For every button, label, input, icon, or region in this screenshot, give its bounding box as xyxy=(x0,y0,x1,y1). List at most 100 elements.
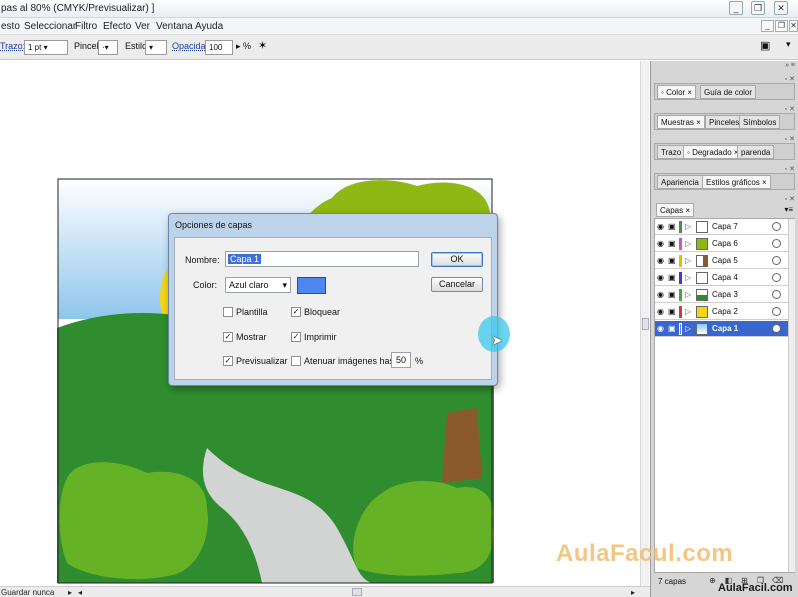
layer-row[interactable]: ◉ ▣ ▷ Capa 2 xyxy=(655,304,788,320)
menu-window[interactable]: Ventana xyxy=(156,21,193,32)
color-label: Color: xyxy=(193,280,218,290)
lock-label: Bloquear xyxy=(304,307,341,317)
color-swatch[interactable] xyxy=(297,277,326,294)
tab-graphic-styles[interactable]: Estilos gráficos × xyxy=(702,175,771,189)
layer-target-icon[interactable] xyxy=(772,307,781,316)
tab-color[interactable]: ◦ Color × xyxy=(657,85,697,99)
tab-transparency[interactable]: parenda xyxy=(737,145,775,159)
menu-view[interactable]: Ver xyxy=(135,21,150,32)
layer-color-bar xyxy=(679,306,682,318)
visibility-eye-icon[interactable]: ◉ xyxy=(657,291,664,299)
layer-row-selected[interactable]: ◉ ▣ ▷ Capa 1 xyxy=(655,321,788,337)
restore-button[interactable]: ❐ xyxy=(751,1,765,15)
dim-images-field[interactable]: 50 xyxy=(391,352,411,368)
layer-row[interactable]: ◉ ▣ ▷ Capa 4 xyxy=(655,270,788,286)
vertical-scroll-thumb[interactable] xyxy=(642,318,649,330)
layer-target-icon[interactable] xyxy=(772,290,781,299)
ok-button[interactable]: OK xyxy=(431,252,483,267)
scroll-right-icon[interactable]: ▸ xyxy=(631,588,635,597)
tab-appearance[interactable]: Apariencia xyxy=(657,175,703,189)
dock-collapse-icon[interactable]: » ≡ xyxy=(654,62,795,70)
expand-triangle-icon[interactable]: ▷ xyxy=(685,324,691,333)
tab-brushes[interactable]: Pinceles xyxy=(705,115,744,129)
menu-bar: esto Seleccionar Filtro Efecto Ver Venta… xyxy=(0,18,798,35)
show-checkbox[interactable]: ✓ xyxy=(223,332,233,342)
expand-triangle-icon[interactable]: ▷ xyxy=(685,222,691,231)
layer-target-icon[interactable] xyxy=(772,239,781,248)
locate-object-icon[interactable]: ⊕ xyxy=(708,577,717,586)
layer-target-icon[interactable] xyxy=(772,222,781,231)
opacity-arrow-icon[interactable]: ▸ xyxy=(236,41,241,52)
layer-row[interactable]: ◉ ▣ ▷ Capa 3 xyxy=(655,287,788,303)
lock-icon[interactable]: ▣ xyxy=(668,240,676,248)
doc-restore-button[interactable]: ❐ xyxy=(775,20,788,32)
layer-row[interactable]: ◉ ▣ ▷ Capa 5 xyxy=(655,253,788,269)
doc-close-button[interactable]: ✕ xyxy=(789,20,798,32)
horizontal-scroll-thumb[interactable] xyxy=(352,588,362,596)
stroke-weight-field[interactable]: 1 pt ▾ xyxy=(24,40,68,55)
visibility-eye-icon[interactable]: ◉ xyxy=(657,274,664,282)
recolor-icon[interactable]: ✶ xyxy=(258,39,267,52)
menu-edit[interactable]: esto xyxy=(1,21,20,32)
lock-icon[interactable]: ▣ xyxy=(668,291,676,299)
close-button[interactable]: ✕ xyxy=(774,1,788,15)
layers-scrollbar[interactable] xyxy=(788,219,795,572)
lock-icon[interactable]: ▣ xyxy=(668,274,676,282)
visibility-eye-icon[interactable]: ◉ xyxy=(657,308,664,316)
name-field[interactable]: Capa 1 xyxy=(225,251,419,267)
layer-target-icon[interactable] xyxy=(772,273,781,282)
doc-minimize-button[interactable]: _ xyxy=(761,20,774,32)
tab-swatches[interactable]: Muestras × xyxy=(657,115,705,129)
status-text: Guardar nunca xyxy=(1,588,55,597)
visibility-eye-icon[interactable]: ◉ xyxy=(657,240,664,248)
layer-target-icon[interactable] xyxy=(772,256,781,265)
menu-effect[interactable]: Efecto xyxy=(103,21,131,32)
preview-checkbox[interactable]: ✓ xyxy=(223,356,233,366)
brush-label: Pincel: xyxy=(74,41,102,51)
layers-panel-menu-icon[interactable]: ▾≡ xyxy=(784,205,793,214)
workspace-menu-icon[interactable]: ▾ xyxy=(786,39,791,50)
lock-icon[interactable]: ▣ xyxy=(668,308,676,316)
watermark-logo: AulaFacul.com xyxy=(556,540,734,567)
cancel-button[interactable]: Cancelar xyxy=(431,277,483,292)
expand-triangle-icon[interactable]: ▷ xyxy=(685,239,691,248)
expand-triangle-icon[interactable]: ▷ xyxy=(685,307,691,316)
brush-picker[interactable]: ·▾ xyxy=(98,40,118,55)
print-checkbox[interactable]: ✓ xyxy=(291,332,301,342)
visibility-eye-icon[interactable]: ◉ xyxy=(657,325,664,333)
menu-help[interactable]: Ayuda xyxy=(195,21,223,32)
stroke-label[interactable]: Trazo: xyxy=(0,41,25,51)
layer-color-bar xyxy=(679,221,682,233)
lock-icon[interactable]: ▣ xyxy=(668,325,676,333)
visibility-eye-icon[interactable]: ◉ xyxy=(657,257,664,265)
tab-stroke[interactable]: Trazo xyxy=(657,145,686,159)
lock-icon[interactable]: ▣ xyxy=(668,257,676,265)
template-checkbox[interactable] xyxy=(223,307,233,317)
tab-gradient[interactable]: ◦ Degradado × xyxy=(683,145,743,159)
expand-triangle-icon[interactable]: ▷ xyxy=(685,256,691,265)
lock-icon[interactable]: ▣ xyxy=(668,223,676,231)
layer-row[interactable]: ◉ ▣ ▷ Capa 6 xyxy=(655,236,788,252)
workspace-icon[interactable]: ▣ xyxy=(760,39,770,52)
dim-images-checkbox[interactable] xyxy=(291,356,301,366)
scroll-left-icon[interactable]: ◂ xyxy=(78,588,82,597)
tab-symbols[interactable]: Símbolos xyxy=(739,115,781,129)
tab-layers[interactable]: Capas × xyxy=(656,203,695,217)
expand-triangle-icon[interactable]: ▷ xyxy=(685,290,691,299)
layer-target-icon[interactable] xyxy=(772,324,781,333)
control-bar: Trazo: 1 pt ▾ Pincel: ·▾ Estilo: ▾ Opaci… xyxy=(0,35,798,60)
color-dropdown[interactable]: Azul claro ▾ xyxy=(225,277,291,293)
vertical-scrollbar[interactable] xyxy=(640,61,649,586)
style-picker[interactable]: ▾ xyxy=(145,40,167,55)
minimize-button[interactable]: _ xyxy=(729,1,743,15)
expand-triangle-icon[interactable]: ▷ xyxy=(685,273,691,282)
menu-select[interactable]: Seleccionar xyxy=(24,21,76,32)
layer-row[interactable]: ◉ ▣ ▷ Capa 7 xyxy=(655,219,788,235)
tab-color-guide[interactable]: Guía de color xyxy=(700,85,757,99)
lock-checkbox[interactable]: ✓ xyxy=(291,307,301,317)
visibility-eye-icon[interactable]: ◉ xyxy=(657,223,664,231)
dialog-body: Nombre: Capa 1 OK Color: Azul claro ▾ Ca… xyxy=(174,237,492,380)
status-arrow-icon[interactable]: ▸ xyxy=(68,588,72,597)
menu-filter[interactable]: Filtro xyxy=(75,21,97,32)
opacity-field[interactable]: 100 xyxy=(205,40,233,55)
